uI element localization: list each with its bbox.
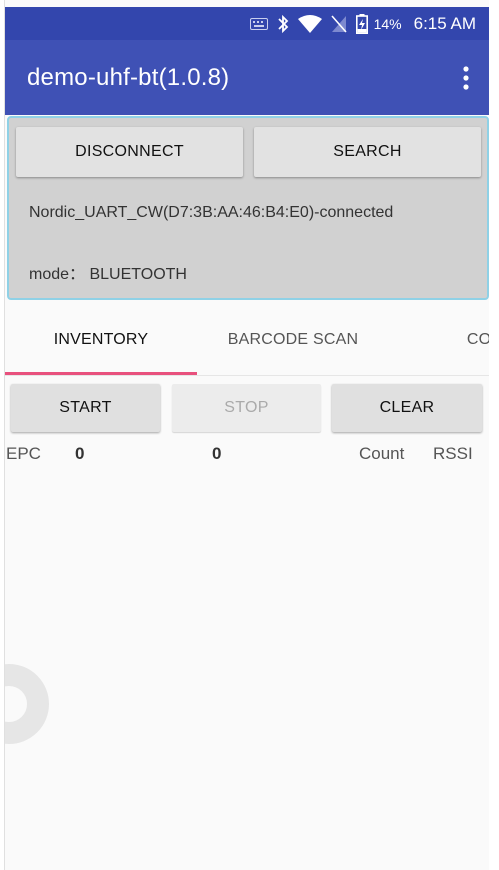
clock-time: 6:15 AM <box>413 13 476 33</box>
tab-divider <box>5 375 489 376</box>
stop-button[interactable]: STOP <box>172 384 321 432</box>
tab-inventory[interactable]: INVENTORY <box>5 305 197 375</box>
mode-text: mode： BLUETOOTH <box>29 266 187 283</box>
app-bar: demo-uhf-bt(1.0.8) <box>5 40 489 115</box>
total-count: 0 <box>212 444 222 463</box>
tab-bar: INVENTORY BARCODE SCAN CON <box>5 305 489 375</box>
floating-ring-button[interactable] <box>5 664 49 744</box>
battery-percent: 14% <box>373 15 402 32</box>
epc-label: EPC <box>6 444 41 463</box>
tab-config[interactable]: CON <box>389 305 489 375</box>
search-button[interactable]: SEARCH <box>254 127 481 177</box>
app-title: demo-uhf-bt(1.0.8) <box>27 63 230 91</box>
bluetooth-icon <box>277 14 289 34</box>
battery-charging-icon <box>355 13 368 34</box>
keyboard-icon <box>249 17 268 30</box>
status-bar: 14% 6:15 AM <box>5 7 489 40</box>
rssi-column-header: RSSI <box>433 444 473 463</box>
epc-count: 0 <box>75 444 85 463</box>
overflow-menu-icon[interactable] <box>462 66 470 90</box>
tab-barcode-scan[interactable]: BARCODE SCAN <box>197 305 389 375</box>
start-button[interactable]: START <box>11 384 160 432</box>
no-sim-icon <box>330 14 347 33</box>
device-status-text: Nordic_UART_CW(D7:3B:AA:46:B4:E0)-connec… <box>29 204 394 221</box>
app-screen: 14% 6:15 AM demo-uhf-bt(1.0.8) DISCONNEC… <box>4 0 489 870</box>
clear-button[interactable]: CLEAR <box>332 384 482 432</box>
wifi-icon <box>297 14 322 33</box>
connection-panel: DISCONNECT SEARCH Nordic_UART_CW(D7:3B:A… <box>7 116 489 300</box>
disconnect-button[interactable]: DISCONNECT <box>16 127 243 177</box>
count-column-header: Count <box>359 444 405 463</box>
